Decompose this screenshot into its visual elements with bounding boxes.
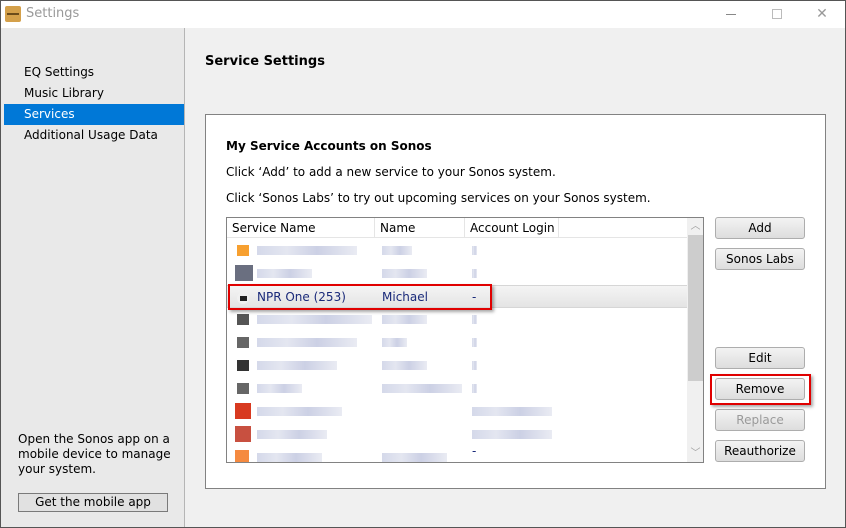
scroll-up-icon[interactable]: ︿ — [687, 218, 703, 235]
add-instructions: Click ‘Add’ to add a new service to your… — [226, 165, 556, 179]
sidebar: EQ Settings Music Library Services Addit… — [1, 28, 185, 527]
sidebar-item-additional-usage-data[interactable]: Additional Usage Data — [4, 125, 184, 146]
blurred-service-name — [257, 453, 322, 462]
blurred-name — [382, 315, 427, 324]
service-icon — [237, 245, 249, 256]
sonos-labs-button[interactable]: Sonos Labs — [715, 248, 805, 270]
page-title: Service Settings — [205, 54, 325, 69]
account-login: - — [472, 290, 477, 304]
service-icon — [237, 360, 249, 371]
title-bar: Settings ✕ — [1, 1, 845, 28]
blurred-name — [382, 453, 447, 462]
sidebar-item-music-library[interactable]: Music Library — [4, 83, 184, 104]
column-header-service-name[interactable]: Service Name — [227, 218, 375, 238]
service-name: NPR One (253) — [257, 290, 346, 304]
scroll-down-icon[interactable]: ﹀ — [687, 445, 703, 462]
service-accounts-list[interactable]: Service Name Name Account Login NPR One … — [226, 217, 704, 463]
list-header: Service Name Name Account Login — [227, 218, 687, 238]
service-icon — [237, 314, 249, 325]
blurred-name — [382, 384, 462, 393]
window-title: Settings — [26, 6, 80, 21]
minimize-icon — [726, 13, 736, 15]
soundcloud-icon — [235, 450, 249, 462]
column-header-account-login[interactable]: Account Login — [465, 218, 559, 238]
mobile-app-note: Open the Sonos app on a mobile device to… — [18, 432, 171, 476]
table-row[interactable] — [227, 423, 687, 446]
blurred-login — [472, 338, 477, 347]
settings-window: Settings ✕ EQ Settings Music Library Ser… — [0, 0, 846, 528]
blurred-service-name — [257, 269, 312, 278]
blurred-service-name — [257, 315, 372, 324]
service-icon — [237, 337, 249, 348]
service-icon — [237, 383, 249, 394]
service-icon — [235, 426, 251, 442]
sidebar-item-eq-settings[interactable]: EQ Settings — [4, 62, 184, 83]
service-icon — [235, 403, 251, 419]
blurred-name — [382, 338, 407, 347]
reauthorize-button[interactable]: Reauthorize — [715, 440, 805, 462]
blurred-login — [472, 384, 477, 393]
sonos-logo-icon — [5, 6, 21, 22]
remove-button[interactable]: Remove — [715, 378, 805, 400]
blurred-service-name — [257, 384, 302, 393]
get-mobile-app-button[interactable]: Get the mobile app — [18, 493, 168, 512]
blurred-login — [472, 361, 477, 370]
table-row[interactable] — [227, 239, 687, 262]
service-icon — [235, 265, 253, 281]
blurred-service-name — [257, 430, 327, 439]
group-heading: My Service Accounts on Sonos — [226, 139, 432, 153]
blurred-login — [472, 246, 477, 255]
table-row[interactable]: - — [227, 444, 687, 462]
sidebar-item-services[interactable]: Services — [4, 104, 184, 125]
blurred-name — [382, 246, 412, 255]
npr-one-icon — [237, 292, 249, 304]
edit-button[interactable]: Edit — [715, 347, 805, 369]
table-row[interactable] — [227, 377, 687, 400]
add-button[interactable]: Add — [715, 217, 805, 239]
minimize-button[interactable] — [708, 1, 754, 28]
close-button[interactable]: ✕ — [799, 1, 845, 28]
table-row[interactable] — [227, 400, 687, 423]
table-row[interactable] — [227, 262, 687, 285]
table-row[interactable] — [227, 331, 687, 354]
blurred-login — [472, 315, 477, 324]
account-name: Michael — [382, 290, 428, 304]
blurred-login — [472, 407, 552, 416]
blurred-name — [382, 361, 427, 370]
service-accounts-group: My Service Accounts on Sonos Click ‘Add’… — [205, 114, 826, 489]
blurred-service-name — [257, 407, 342, 416]
scroll-thumb[interactable] — [688, 235, 703, 381]
table-row[interactable] — [227, 308, 687, 331]
list-scrollbar[interactable]: ︿ ﹀ — [687, 218, 703, 462]
maximize-button[interactable] — [754, 1, 800, 28]
replace-button[interactable]: Replace — [715, 409, 805, 431]
account-login: - — [472, 444, 477, 458]
close-icon: ✕ — [816, 6, 828, 22]
blurred-login — [472, 269, 477, 278]
labs-instructions: Click ‘Sonos Labs’ to try out upcoming s… — [226, 191, 651, 205]
blurred-service-name — [257, 338, 357, 347]
table-row-selected[interactable]: NPR One (253) Michael - — [227, 285, 687, 308]
blurred-service-name — [257, 361, 337, 370]
maximize-icon — [772, 9, 782, 19]
table-row[interactable] — [227, 354, 687, 377]
blurred-service-name — [257, 246, 357, 255]
blurred-name — [382, 269, 427, 278]
blurred-login — [472, 430, 552, 439]
column-header-name[interactable]: Name — [375, 218, 465, 238]
